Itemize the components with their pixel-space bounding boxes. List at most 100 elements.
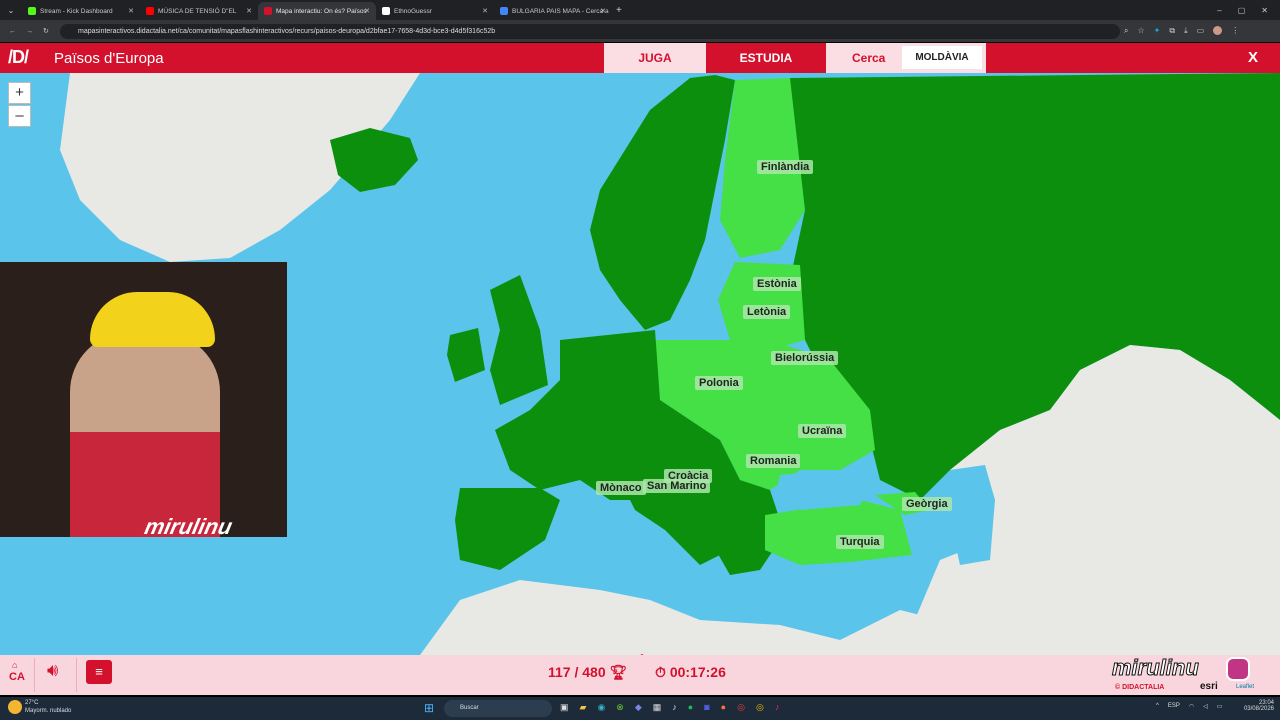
- close-tab-icon[interactable]: ✕: [482, 7, 488, 15]
- windows-start-icon[interactable]: ⊞: [424, 701, 434, 715]
- browser-tab[interactable]: MÚSICA DE TENSIÓ D"EL ✕: [140, 2, 258, 20]
- discord-icon[interactable]: ◙: [704, 702, 709, 713]
- new-tab-icon[interactable]: +: [616, 5, 622, 16]
- tab-list-icon[interactable]: ⌄: [0, 6, 22, 15]
- page-title: Països d'Europa: [54, 50, 164, 67]
- tiktok-live-icon[interactable]: ♪: [775, 702, 780, 713]
- download-icon[interactable]: ⤓: [1184, 26, 1188, 36]
- language-button[interactable]: CA: [8, 671, 26, 683]
- play-tab[interactable]: JUGA: [604, 43, 706, 73]
- tab-label: BULGARIA PAIS MAPA - Cerca a: [512, 7, 609, 15]
- zoom-in-button[interactable]: +: [8, 82, 31, 104]
- back-icon[interactable]: ←: [9, 28, 16, 35]
- black-sea-shape: [775, 470, 870, 510]
- tray-chevron-icon[interactable]: ^: [1156, 703, 1159, 710]
- forward-icon[interactable]: →: [26, 28, 33, 35]
- teams-icon[interactable]: ◆: [635, 702, 642, 713]
- browser-tab[interactable]: EthnoGuessr ✕: [376, 2, 494, 20]
- search-target: MOLDÀVIA: [902, 46, 982, 69]
- search-label: Cerca: [852, 51, 886, 65]
- timer-value: 00:17:26: [669, 664, 726, 680]
- extension-icon[interactable]: ✦: [1154, 26, 1161, 36]
- map-label: Letònia: [743, 305, 791, 319]
- firefox-icon[interactable]: ●: [721, 702, 726, 713]
- tab-label: EthnoGuessr: [394, 7, 432, 15]
- edge-icon[interactable]: ◉: [597, 702, 605, 713]
- restore-icon[interactable]: ▢: [1238, 6, 1246, 15]
- brand-watermark: mirulinu © DIDACTALIA esri Leaflet: [1112, 655, 1257, 695]
- comments-icon[interactable]: ≡: [86, 660, 112, 684]
- browser-tab[interactable]: Stream - Kick Dashboard ✕: [22, 2, 140, 20]
- youtube-icon: [146, 7, 154, 15]
- extensions-icon[interactable]: ⧉: [1169, 26, 1175, 36]
- study-tab[interactable]: ESTUDIA: [706, 43, 826, 73]
- map-label: Turquia: [836, 535, 884, 549]
- task-view-icon[interactable]: ▣: [560, 702, 569, 713]
- menu-icon[interactable]: ⋮: [1231, 26, 1239, 36]
- map-label: Estònia: [753, 277, 801, 291]
- didactalia-logo[interactable]: /D/: [8, 47, 29, 68]
- leaflet-link[interactable]: Leaflet: [1236, 684, 1254, 690]
- url-input[interactable]: mapasinteractivos.didactalia.net/ca/comu…: [60, 24, 1120, 39]
- store-icon[interactable]: ▦: [653, 702, 662, 713]
- stopwatch-icon: ⏱︎: [655, 664, 666, 680]
- reload-icon[interactable]: ↻: [43, 27, 49, 35]
- volume-icon[interactable]: ◁: [1203, 703, 1208, 710]
- map-label: San Marino: [643, 479, 711, 493]
- close-tab-icon[interactable]: ✕: [246, 7, 252, 15]
- sidepanel-icon[interactable]: ▭: [1197, 26, 1205, 36]
- star-icon[interactable]: ☆: [1137, 26, 1144, 36]
- north-africa-shape: [420, 580, 980, 655]
- profile-avatar[interactable]: [1213, 26, 1223, 35]
- minimize-icon[interactable]: –: [1217, 6, 1221, 15]
- map-label: Finlàndia: [757, 160, 814, 174]
- browser-tab-active[interactable]: Mapa interactiu: On és? Països ✕: [258, 2, 376, 20]
- close-window-icon[interactable]: ✕: [1261, 6, 1268, 15]
- ireland-shape: [447, 328, 485, 382]
- close-tab-icon[interactable]: ✕: [128, 7, 134, 15]
- xbox-icon[interactable]: ⊗: [616, 702, 624, 713]
- wifi-icon[interactable]: ◠: [1189, 703, 1194, 710]
- didactalia-icon: [264, 7, 272, 15]
- map-label: Mònaco: [596, 481, 646, 495]
- norway-sweden-shape: [590, 75, 735, 330]
- score-counter: 117 / 480 🏆︎: [548, 664, 627, 681]
- score-value: 117 / 480: [548, 664, 606, 680]
- map-label: Polonia: [695, 376, 743, 390]
- map-label: Bielorússia: [771, 351, 839, 365]
- close-tab-icon[interactable]: ✕: [600, 7, 606, 15]
- spotify-icon[interactable]: ●: [688, 702, 693, 713]
- search-panel: Cerca MOLDÀVIA: [826, 43, 986, 73]
- tab-label: MÚSICA DE TENSIÓ D"EL: [158, 7, 237, 15]
- trophy-icon: 🏆︎: [609, 664, 628, 680]
- close-tab-icon[interactable]: ✕: [364, 7, 370, 15]
- ethnoguessr-icon: [382, 7, 390, 15]
- map-label: Geòrgia: [902, 497, 952, 511]
- chrome-icon[interactable]: ◎: [756, 702, 764, 713]
- map-label: Romania: [746, 454, 801, 468]
- battery-icon[interactable]: ▭: [1217, 703, 1223, 710]
- browser-tab-bar: ⌄ Stream - Kick Dashboard ✕ MÚSICA DE TEN…: [0, 0, 1280, 20]
- tab-label: Mapa interactiu: On és? Països: [276, 7, 367, 15]
- weather-icon: [8, 700, 22, 714]
- clock[interactable]: 23:04 03/08/2026: [1238, 700, 1274, 712]
- divider: [76, 658, 77, 692]
- chevron-up-icon[interactable]: ︿: [635, 643, 649, 655]
- timer: ⏱︎ 00:17:26: [655, 664, 726, 681]
- instagram-icon: [1226, 657, 1250, 681]
- chrome-icon[interactable]: ◎: [737, 702, 745, 713]
- taskbar-search[interactable]: Buscar: [444, 700, 552, 717]
- browser-tab[interactable]: BULGARIA PAIS MAPA - Cerca a ✕: [494, 2, 612, 20]
- windows-taskbar: 27°C Mayorm. nublado ⊞ Buscar ▣ ▰ ◉ ⊗ ◆ …: [0, 697, 1280, 720]
- google-icon: [500, 7, 508, 15]
- zoom-out-button[interactable]: –: [8, 105, 31, 127]
- zoom-icon[interactable]: ⌕: [1124, 26, 1128, 36]
- turkey-shape: [765, 500, 912, 565]
- tiktok-icon[interactable]: ♪: [672, 702, 677, 713]
- weather-temp: 27°C: [25, 700, 39, 706]
- keyboard-lang[interactable]: ESP: [1168, 703, 1180, 710]
- close-button[interactable]: X: [1248, 49, 1258, 66]
- file-explorer-icon[interactable]: ▰: [580, 702, 587, 713]
- map-label: Ucraïna: [798, 424, 847, 438]
- speaker-icon[interactable]: 🔊︎: [47, 660, 58, 681]
